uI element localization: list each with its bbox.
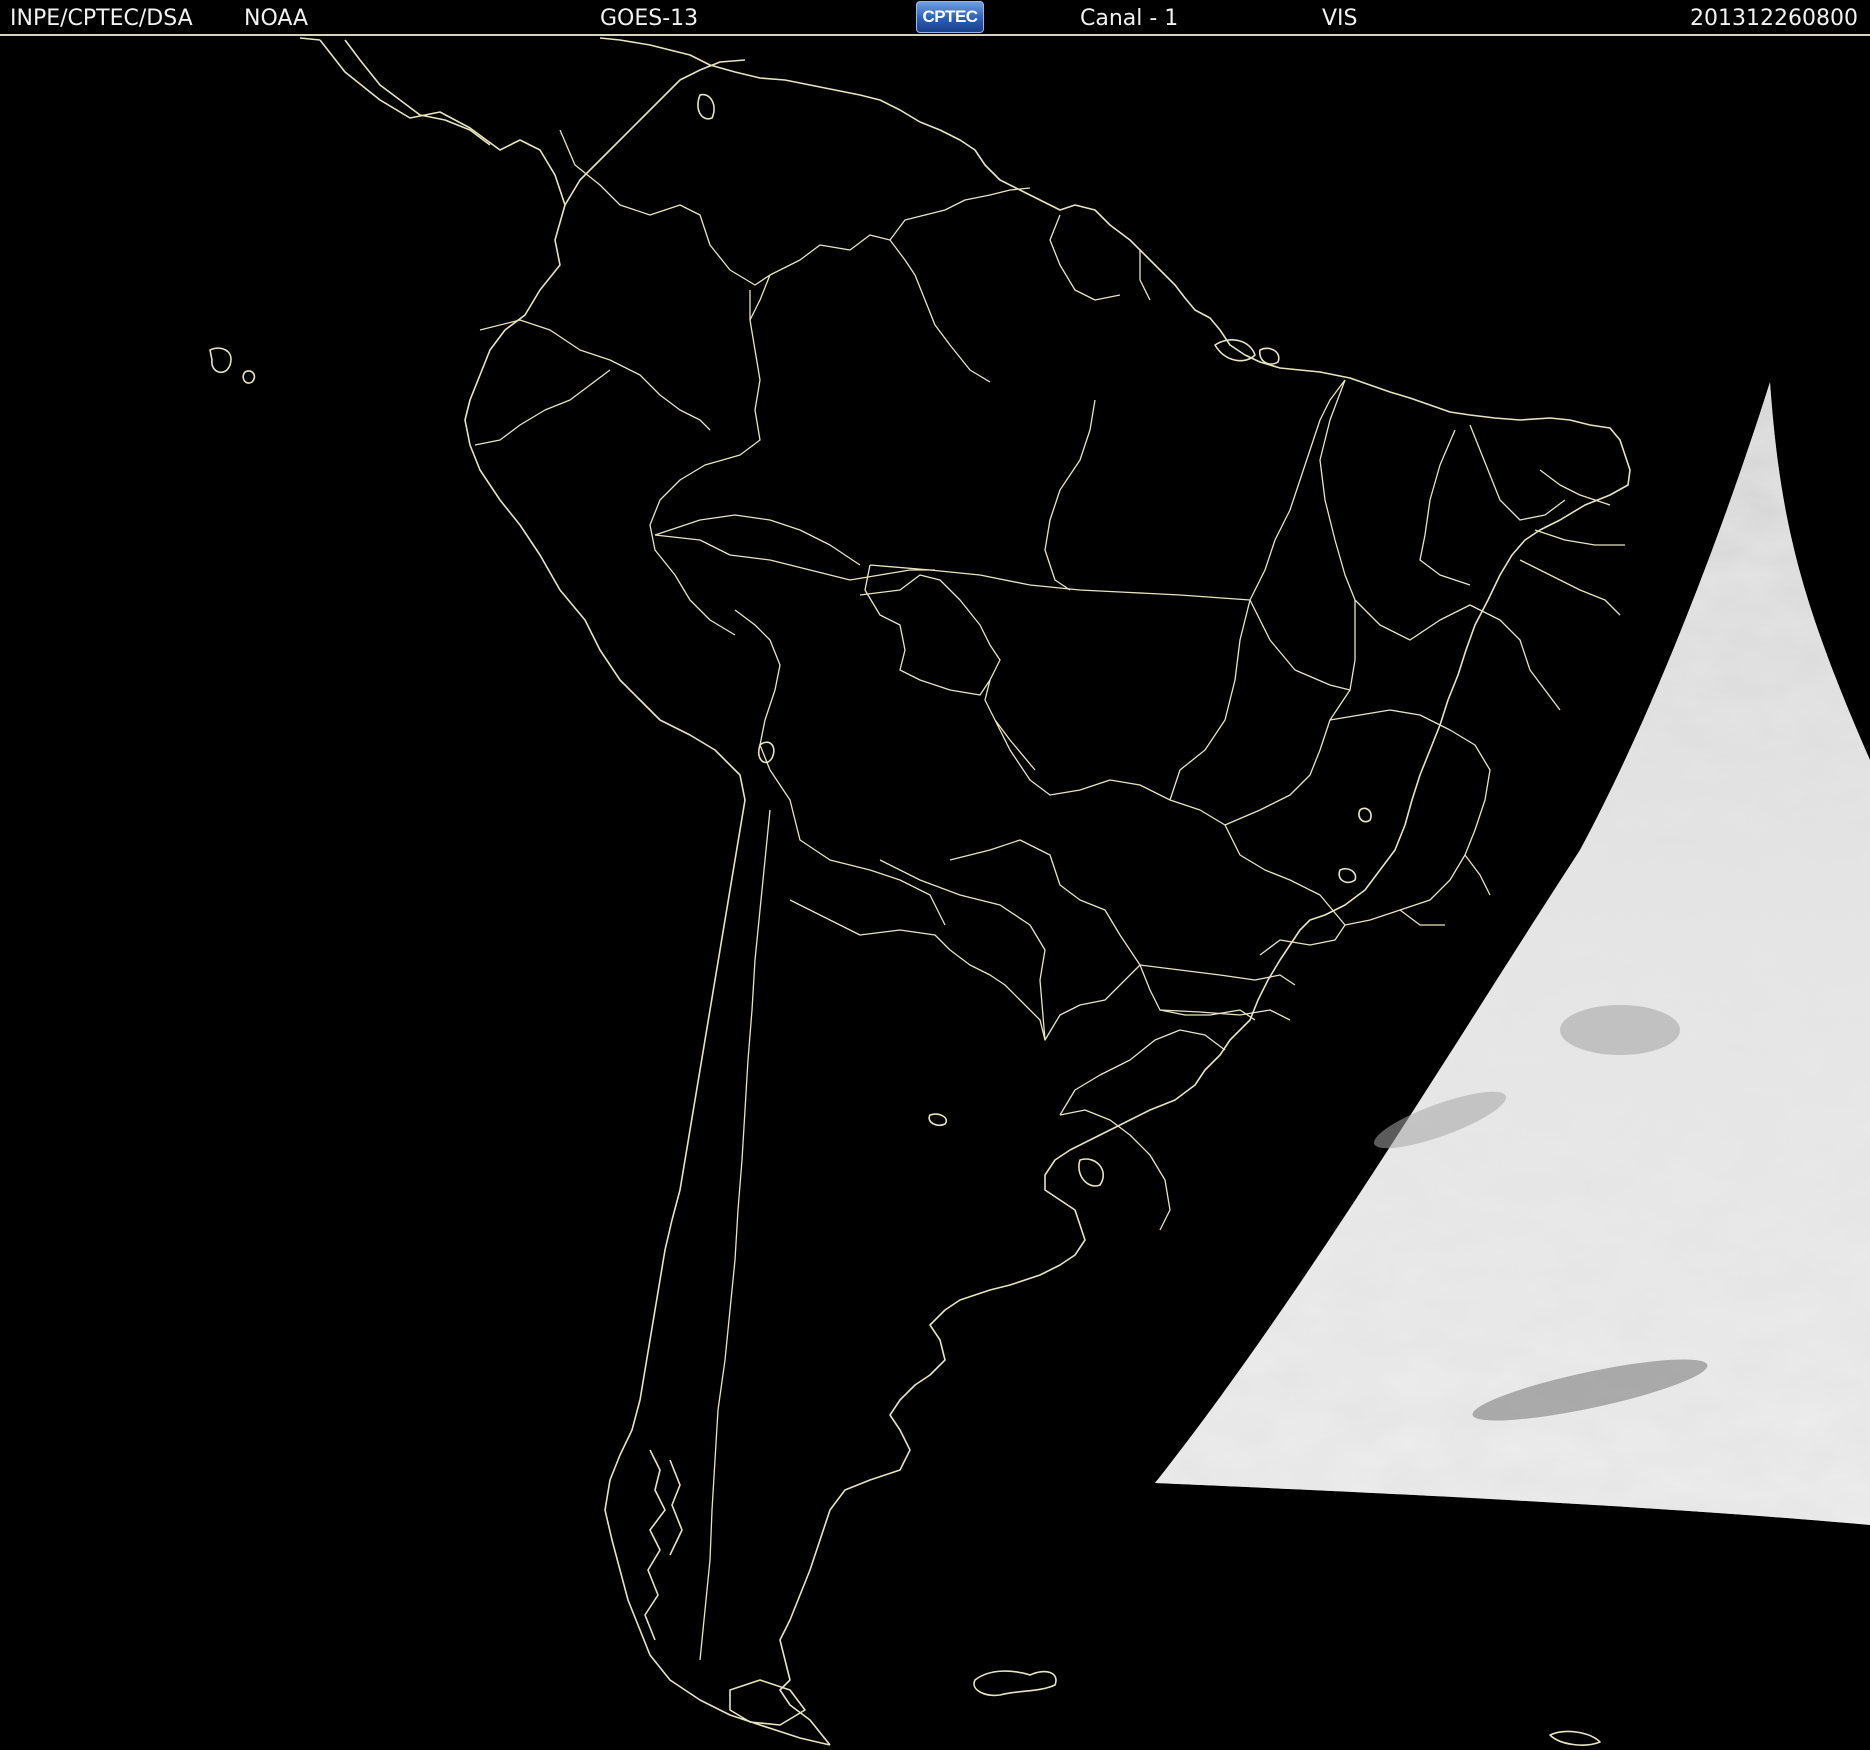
border-brazil-north <box>649 290 761 551</box>
border-guianas <box>1049 214 1151 301</box>
border-mato-grosso <box>994 719 1226 826</box>
border-bolivia-south <box>769 769 946 926</box>
border-ecuador-peru <box>474 369 611 446</box>
border-maranhao-piaui <box>1319 379 1356 601</box>
border-peru-inner <box>654 549 736 636</box>
timestamp-label: 201312260800 <box>1690 6 1858 31</box>
border-amazonas-mato-grosso <box>869 564 1251 601</box>
band-label: VIS <box>1322 6 1358 31</box>
reservoir-sao-paulo <box>1338 867 1357 884</box>
border-sao-paulo <box>1224 824 1346 956</box>
agency-label: NOAA <box>244 6 309 31</box>
galapagos-islands <box>209 347 256 384</box>
border-acre-rondonia <box>654 514 861 566</box>
south-georgia-island <box>1549 1730 1601 1746</box>
border-bolivia-brazil <box>859 574 1036 771</box>
satellite-map-frame <box>0 36 1870 1750</box>
border-colombia-venezuela <box>559 129 771 286</box>
border-guyana-suriname <box>914 274 991 383</box>
border-mato-grosso-east <box>1169 599 1251 801</box>
institution-label: INPE/CPTEC/DSA <box>10 6 193 31</box>
chile-fjord-islands <box>644 1449 683 1641</box>
reservoir-minas <box>1358 807 1372 823</box>
border-northeast-states <box>1519 469 1625 616</box>
border-rondonia <box>864 564 991 696</box>
border-venezuela-brazil <box>749 187 1031 321</box>
cptec-logo-text: CPTEC <box>922 7 978 26</box>
border-paraguay <box>949 839 1141 1041</box>
border-para-maranhao <box>1249 379 1346 601</box>
lake-maracaibo <box>697 93 715 120</box>
border-chile-argentina <box>699 809 771 1661</box>
lagoa-dos-patos <box>1078 1158 1104 1187</box>
amazon-delta <box>1214 339 1280 365</box>
satellite-map <box>209 37 1870 1746</box>
border-argentina-provinces <box>879 859 1046 1041</box>
coastline-caribbean-coast <box>564 59 746 206</box>
border-minas-gerais <box>1329 709 1491 926</box>
falkland-islands <box>973 1670 1057 1697</box>
satellite-label: GOES-13 <box>600 6 699 31</box>
border-colombia-peru <box>479 319 711 431</box>
border-tocantins <box>1249 599 1356 691</box>
cptec-logo: CPTEC <box>916 1 984 33</box>
border-argentina-bolivia <box>789 899 951 951</box>
border-piaui-ceara <box>1419 429 1471 586</box>
coastline-central-america <box>344 39 491 146</box>
border-venezuela-guyana <box>769 234 916 276</box>
border-brazil-uruguay <box>1059 1029 1226 1116</box>
image-header-bar: INPE/CPTEC/DSA NOAA GOES-13 CPTEC Canal … <box>0 0 1870 36</box>
channel-label: Canal - 1 <box>1080 6 1179 31</box>
border-peru-bolivia <box>654 534 935 581</box>
border-bahia <box>1354 599 1561 711</box>
border-ceara-rn <box>1469 424 1566 521</box>
border-rio-espirito-santo <box>1399 854 1491 926</box>
border-amazonas-para <box>1044 399 1096 591</box>
border-goias <box>1224 689 1351 826</box>
lake-argentina <box>928 1113 948 1127</box>
